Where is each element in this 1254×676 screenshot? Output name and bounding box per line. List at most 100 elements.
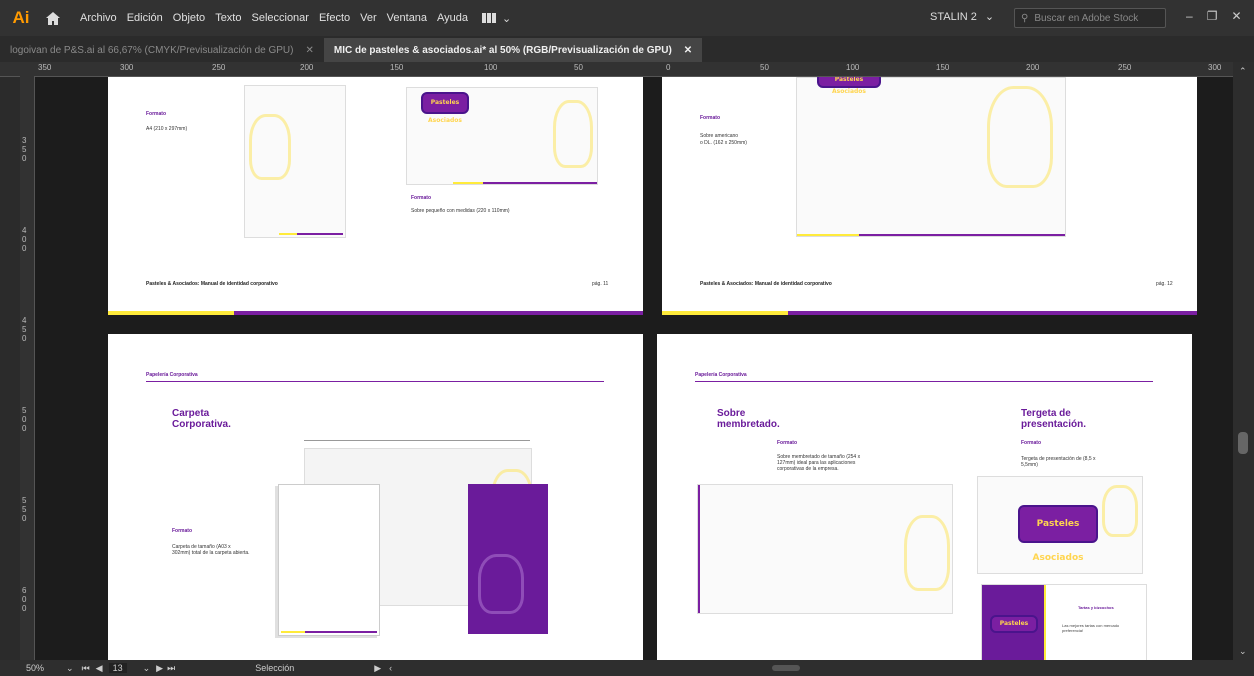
horizontal-ruler[interactable]: 350 300 250 200 150 100 50 0 50 100 150 … (0, 62, 1254, 77)
ruler-label: 600 (22, 586, 27, 613)
section-title: Tergeta de (1021, 408, 1071, 419)
ruler-label: 150 (936, 63, 950, 72)
minimize-icon[interactable]: – (1186, 9, 1193, 23)
grid-icon (482, 13, 497, 23)
purple-bar (859, 234, 1065, 236)
chevron-left-icon[interactable]: ‹ (389, 663, 392, 673)
window-controls: – ❐ ✕ (1186, 9, 1242, 23)
close-icon[interactable]: ✕ (1231, 9, 1241, 23)
vertical-ruler[interactable]: 350 400 450 500 550 600 (20, 76, 35, 660)
user-name: STALIN 2 (930, 10, 977, 23)
chevron-down-icon[interactable]: ⌄ (66, 663, 74, 674)
small-envelope-mockup: Pasteles Asociados (406, 87, 598, 185)
chevron-down-icon[interactable]: ⌄ (1239, 646, 1247, 657)
artboard-page-12[interactable]: Formato Sobre americano o DL. (162 x 250… (662, 77, 1197, 315)
section-label: Papelería Corporativa (695, 372, 747, 378)
format-label: Formato (777, 440, 797, 446)
ruler-label: 300 (120, 63, 134, 72)
format-label: Formato (146, 111, 166, 117)
yellow-bar (281, 631, 305, 633)
brand-logo: Pasteles Asociados (421, 92, 469, 124)
envelope-size: o DL. (162 x 250mm) (700, 140, 747, 146)
zoom-level[interactable]: 50% (26, 663, 44, 673)
tab-mic[interactable]: MIC de pasteles & asociados.ai* al 50% (… (323, 38, 703, 62)
ruler-label: 350 (22, 136, 27, 163)
workspace-switcher[interactable]: ⌄ (482, 12, 511, 25)
artboard-number[interactable]: 13 (108, 663, 127, 673)
purple-bar (788, 311, 1197, 315)
horizontal-scroll-thumb[interactable] (772, 665, 801, 671)
tab-label: MIC de pasteles & asociados.ai* al 50% (… (333, 44, 672, 56)
prev-artboard-icon[interactable]: ◀ (96, 663, 103, 674)
search-icon: ⚲ (1021, 12, 1029, 24)
envelope-description: Sobre membretado de tamaño (254 x 127mm)… (777, 454, 861, 472)
menu-ventana[interactable]: Ventana (387, 12, 427, 24)
menu-texto[interactable]: Texto (215, 12, 241, 24)
artboard-page-11[interactable]: Formato A4 (210 x 297mm) Pasteles Asocia… (108, 77, 643, 315)
page-number: pág. 12 (1156, 281, 1173, 287)
menu-efecto[interactable]: Efecto (319, 12, 350, 24)
folder-back-mockup (468, 484, 548, 634)
menu-objeto[interactable]: Objeto (173, 12, 205, 24)
menu-ver[interactable]: Ver (360, 12, 377, 24)
tab-label: logoivan de P&S.ai al 66,67% (CMYK/Previ… (10, 44, 294, 56)
scroll-thumb[interactable] (1238, 432, 1248, 454)
menu-ayuda[interactable]: Ayuda (437, 12, 468, 24)
menu-seleccionar[interactable]: Seleccionar (251, 12, 308, 24)
menu-archivo[interactable]: Archivo (80, 12, 117, 24)
artboard-canvas[interactable]: Formato A4 (210 x 297mm) Pasteles Asocia… (35, 77, 1233, 660)
section-title: membretado. (717, 419, 780, 430)
ruler-label: 50 (760, 63, 769, 72)
brand-logo: Pasteles Asociados (1018, 505, 1098, 563)
brand-logo: Pasteles Asociados (817, 77, 881, 95)
close-icon[interactable]: ✕ (305, 45, 313, 56)
card-purple-panel: Pasteles (982, 585, 1044, 660)
first-artboard-icon[interactable]: ⏮ (82, 663, 90, 674)
page-footer: Pasteles & Asociados: Manual de identida… (700, 281, 832, 287)
card-tagline: Las mejores tartas con mercado preferenc… (1062, 623, 1120, 633)
letter-envelope-mockup (697, 484, 953, 614)
next-artboard-icon[interactable]: ▶ (156, 663, 163, 674)
business-card-back: Pasteles Tartas y bizcochos Las mejores … (981, 584, 1147, 660)
folder-front-mockup (278, 484, 380, 636)
artboard-page-13[interactable]: Papelería Corporativa Carpeta Corporativ… (108, 334, 643, 660)
page-footer: Pasteles & Asociados: Manual de identida… (146, 281, 278, 287)
chevron-down-icon: ⌄ (502, 12, 512, 25)
artboard-page-14[interactable]: Papelería Corporativa Sobre membretado. … (657, 334, 1192, 660)
menu-edicion[interactable]: Edición (127, 12, 163, 24)
purple-bar (234, 311, 643, 315)
search-input[interactable]: Buscar en Adobe Stock (1034, 13, 1138, 24)
ruler-label: 0 (666, 63, 671, 72)
purple-bar (297, 233, 343, 235)
home-icon[interactable] (42, 7, 64, 29)
ruler-label: 100 (484, 63, 498, 72)
format-label: Formato (411, 195, 431, 201)
chevron-down-icon: ⌄ (984, 11, 995, 23)
restore-icon[interactable]: ❐ (1207, 9, 1218, 23)
tool-strip (0, 62, 20, 660)
page-number: pág. 11 (592, 281, 609, 287)
close-icon[interactable]: ✕ (684, 45, 692, 56)
yellow-bar (1044, 585, 1046, 660)
format-label: Formato (172, 528, 192, 534)
menu-bar: Ai Archivo Edición Objeto Texto Seleccio… (0, 0, 1254, 36)
yellow-bar (453, 182, 483, 184)
last-artboard-icon[interactable]: ⏭ (167, 663, 175, 674)
section-label: Papelería Corporativa (146, 372, 198, 378)
chevron-down-icon[interactable]: ⌄ (143, 663, 151, 674)
chevron-up-icon[interactable]: ⌃ (1239, 66, 1247, 77)
format-size: A4 (210 x 297mm) (146, 126, 188, 132)
letterhead-mockup (244, 85, 346, 238)
ruler-label: 250 (212, 63, 226, 72)
dimension-line (304, 440, 530, 441)
user-menu[interactable]: STALIN 2 ⌄ (930, 10, 995, 24)
tab-logoivan[interactable]: logoivan de P&S.ai al 66,67% (CMYK/Previ… (0, 38, 324, 62)
cupcake-watermark (478, 554, 524, 614)
american-envelope-mockup: Pasteles Asociados (796, 77, 1066, 237)
ruler-label: 300 (1208, 63, 1222, 72)
vertical-scrollbar[interactable]: ⌃ ⌄ (1233, 62, 1254, 660)
stock-search[interactable]: ⚲ Buscar en Adobe Stock (1014, 8, 1166, 28)
cupcake-watermark (249, 114, 291, 180)
ruler-label: 500 (22, 406, 27, 433)
play-icon[interactable]: ▶ (374, 663, 381, 674)
